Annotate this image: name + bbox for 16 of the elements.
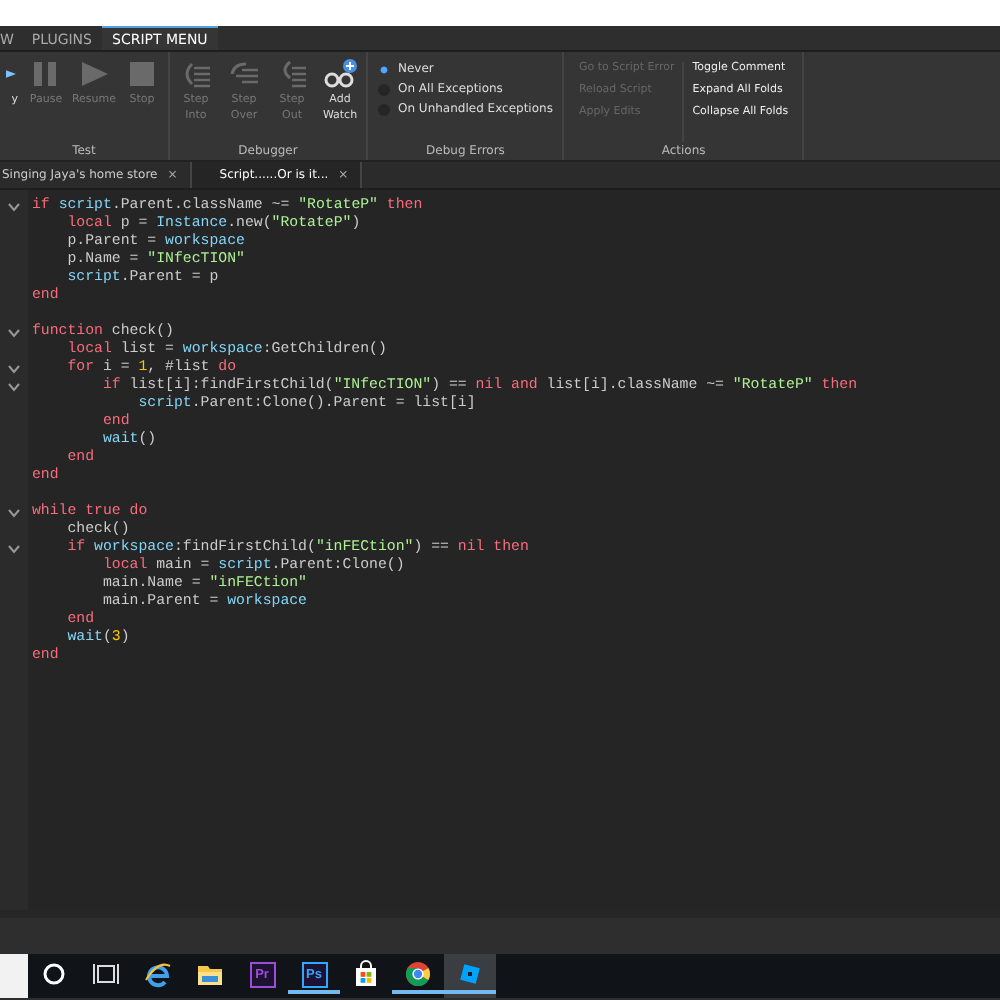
watch-glasses-icon <box>322 58 358 90</box>
task-view-icon <box>92 960 120 988</box>
stop-icon <box>124 58 160 90</box>
folder-icon <box>196 960 224 988</box>
browser-e-icon <box>144 960 172 988</box>
fold-chevron-icon[interactable] <box>8 364 20 374</box>
radio-button[interactable] <box>378 63 390 75</box>
fold-chevron-icon[interactable] <box>8 382 20 392</box>
chrome-icon <box>404 960 432 988</box>
play-icon <box>76 58 112 90</box>
circle-icon <box>40 960 68 988</box>
shopping-bag-icon <box>352 960 380 988</box>
fold-chevron-icon[interactable] <box>8 508 20 518</box>
fold-chevron-icon[interactable] <box>8 544 20 554</box>
fold-chevron-icon[interactable] <box>8 328 20 338</box>
fold-chevron-icon[interactable] <box>8 202 20 212</box>
